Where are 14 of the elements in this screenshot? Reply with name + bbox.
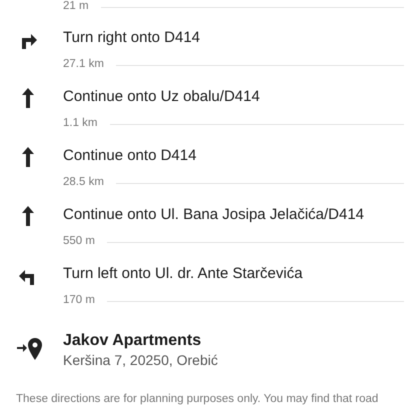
distance-label: 27.1 km	[63, 57, 104, 72]
distance-label: 170 m	[63, 293, 95, 308]
step-instruction: Continue onto Ul. Bana Josipa Jelačića/D414	[63, 205, 364, 226]
step-instruction: Turn right onto D414	[63, 28, 200, 48]
step-instruction: Continue onto D414	[63, 146, 196, 166]
destination-name: Jakov Apartments	[63, 331, 202, 351]
distance-label: 21 m	[63, 0, 89, 14]
step-instruction: Continue onto Uz obalu/D414	[63, 87, 260, 108]
step-instruction: Turn left onto Ul. dr. Ante Starčevića	[63, 264, 303, 284]
distance-label: 28.5 km	[63, 175, 104, 190]
distance-label: 550 m	[63, 234, 95, 250]
distance-label: 1.1 km	[63, 116, 98, 132]
destination-address: Keršina 7, 20250, Orebić	[63, 351, 218, 369]
disclaimer-text: These directions are for planning purposes only. You may find that road	[15, 392, 380, 407]
